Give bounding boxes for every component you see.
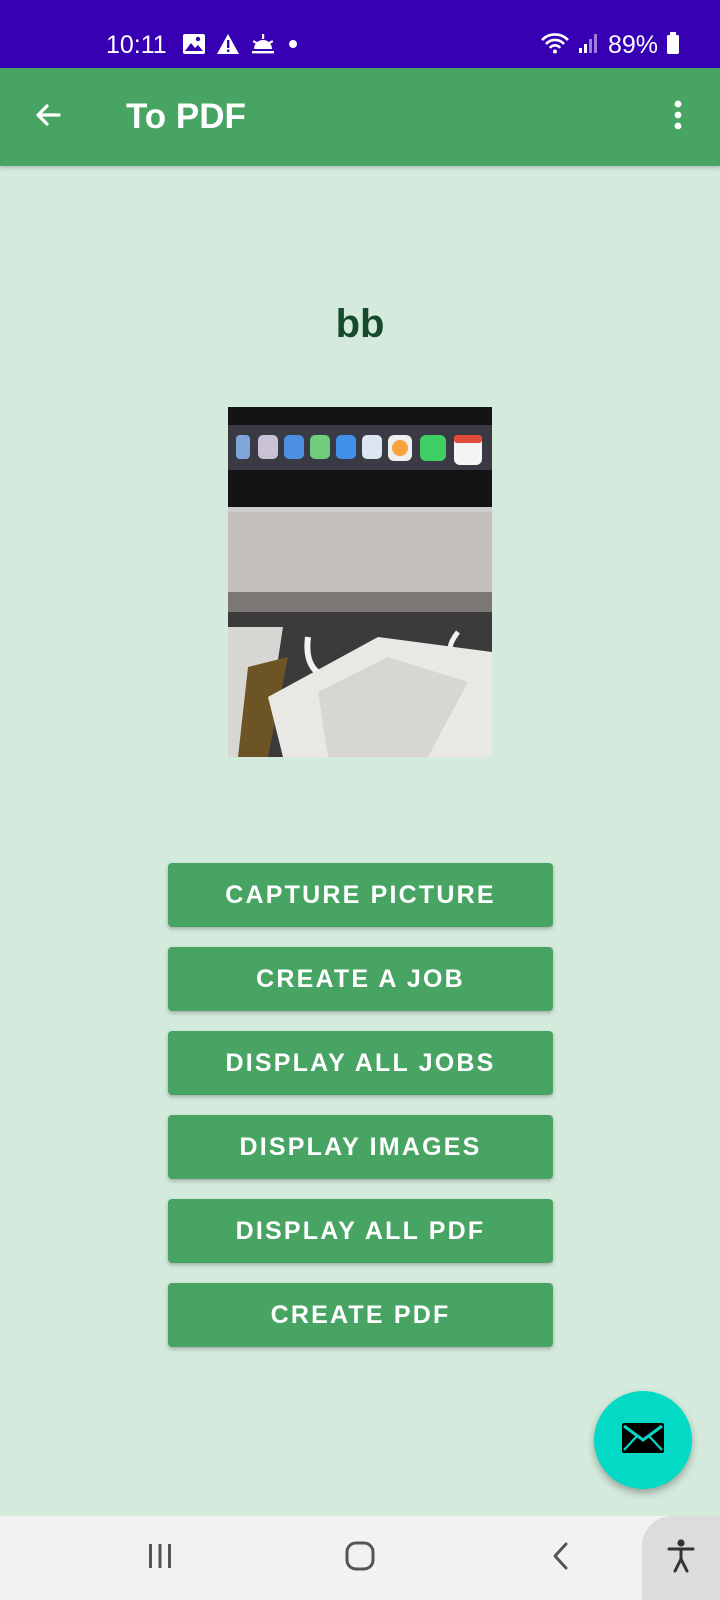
battery-percent: 89% [607,31,658,59]
job-title: bb [335,302,385,346]
display-images-button[interactable]: DISPLAY IMAGES [168,1115,553,1179]
action-button-list: CAPTURE PICTURE CREATE A JOB DISPLAY ALL… [168,863,553,1367]
home-icon [344,1540,376,1577]
create-pdf-button[interactable]: CREATE PDF [168,1283,553,1347]
back-button[interactable] [22,93,74,141]
more-vert-icon [673,99,683,136]
email-fab[interactable] [594,1391,692,1489]
battery-icon [666,31,680,60]
status-bar: 10:11 89% [0,0,720,68]
app-bar: To PDF [0,68,720,166]
home-button[interactable] [340,1538,380,1578]
wifi-icon [540,31,570,60]
accessibility-button[interactable] [642,1516,720,1600]
create-job-button[interactable]: CREATE A JOB [168,947,553,1011]
gallery-icon [182,33,206,60]
capture-picture-button[interactable]: CAPTURE PICTURE [168,863,553,927]
overflow-menu-button[interactable] [658,97,698,137]
email-icon [621,1422,665,1459]
status-notification-icons [182,33,300,60]
app-title: To PDF [126,97,246,136]
accessibility-icon [666,1538,696,1579]
back-icon [549,1541,573,1576]
warning-icon [216,33,240,60]
display-all-jobs-button[interactable]: DISPLAY ALL JOBS [168,1031,553,1095]
recents-button[interactable] [140,1538,180,1578]
nav-back-button[interactable] [541,1538,581,1578]
display-all-pdf-button[interactable]: DISPLAY ALL PDF [168,1199,553,1263]
sunrise-icon [250,33,276,60]
job-photo [228,407,492,757]
system-nav-bar [0,1516,720,1600]
arrow-back-icon [32,99,64,136]
status-system-icons: 89% [540,30,680,60]
status-time: 10:11 [106,31,167,59]
dot-icon [286,33,300,60]
signal-icon [578,31,600,60]
recents-icon [146,1542,174,1575]
